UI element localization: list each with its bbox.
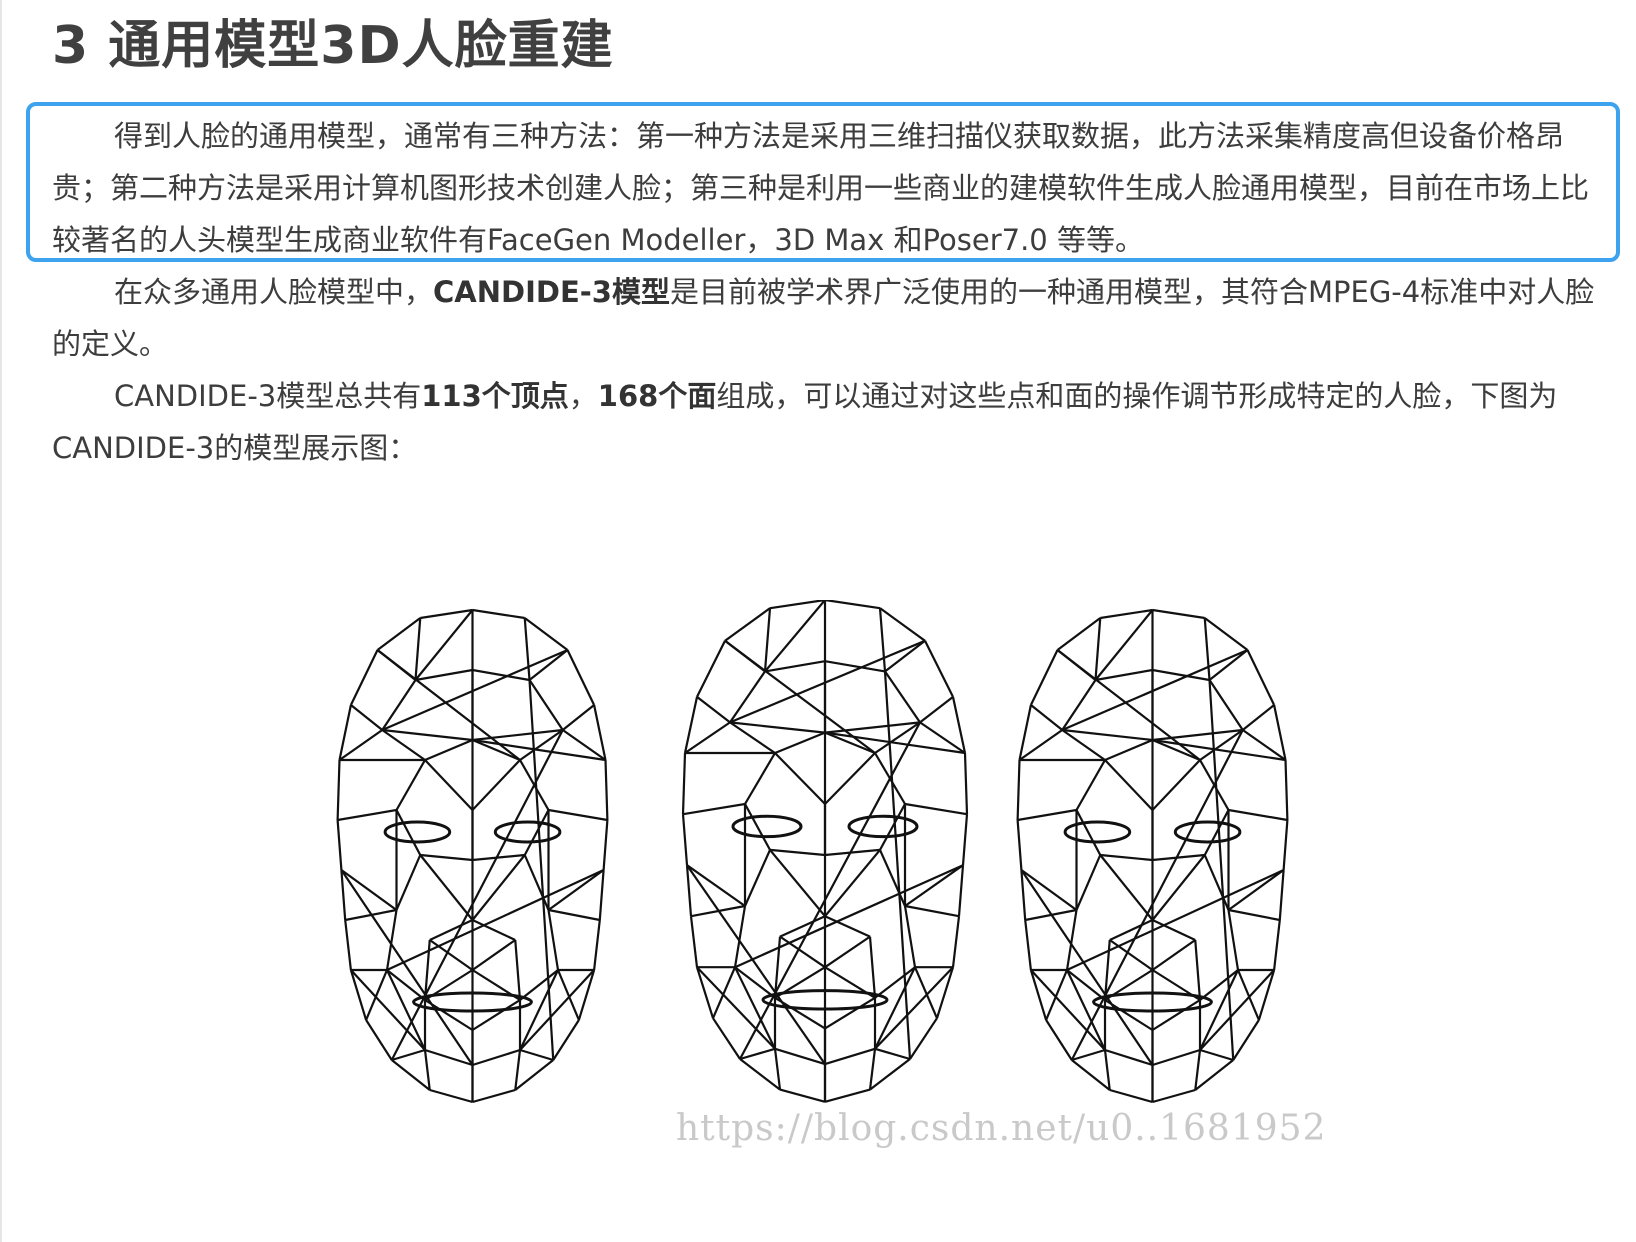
p2-text-a: 在众多通用人脸模型中，	[114, 275, 434, 309]
article-content: 3 通用模型3D人脸重建	[52, 10, 1600, 82]
candide3-model-figure	[320, 600, 1320, 1160]
article-body: 得到人脸的通用模型，通常有三种方法：第一种方法是采用三维扫描仪获取数据，此方法采…	[52, 110, 1608, 474]
p3-bold-faces: 168个面	[597, 379, 717, 413]
p3-sep: ，	[568, 379, 598, 413]
image-watermark: https://blog.csdn.net/u0..1681952	[676, 1108, 1327, 1149]
p3-bold-vertices: 113个顶点	[421, 379, 569, 413]
left-border-line	[0, 0, 2, 1242]
section-heading: 3 通用模型3D人脸重建	[52, 16, 614, 76]
p3-text-a: CANDIDE-3模型总共有	[114, 379, 422, 413]
paragraph-candide-intro: 在众多通用人脸模型中，CANDIDE-3模型是目前被学术界广泛使用的一种通用模型…	[52, 266, 1608, 370]
p2-bold-model: CANDIDE-3模型	[433, 275, 670, 309]
paragraph-candide-vertices: CANDIDE-3模型总共有113个顶点，168个面组成，可以通过对这些点和面的…	[52, 370, 1608, 474]
wireframe-faces-image	[336, 600, 1289, 1104]
paragraph-methods: 得到人脸的通用模型，通常有三种方法：第一种方法是采用三维扫描仪获取数据，此方法采…	[52, 119, 1590, 257]
